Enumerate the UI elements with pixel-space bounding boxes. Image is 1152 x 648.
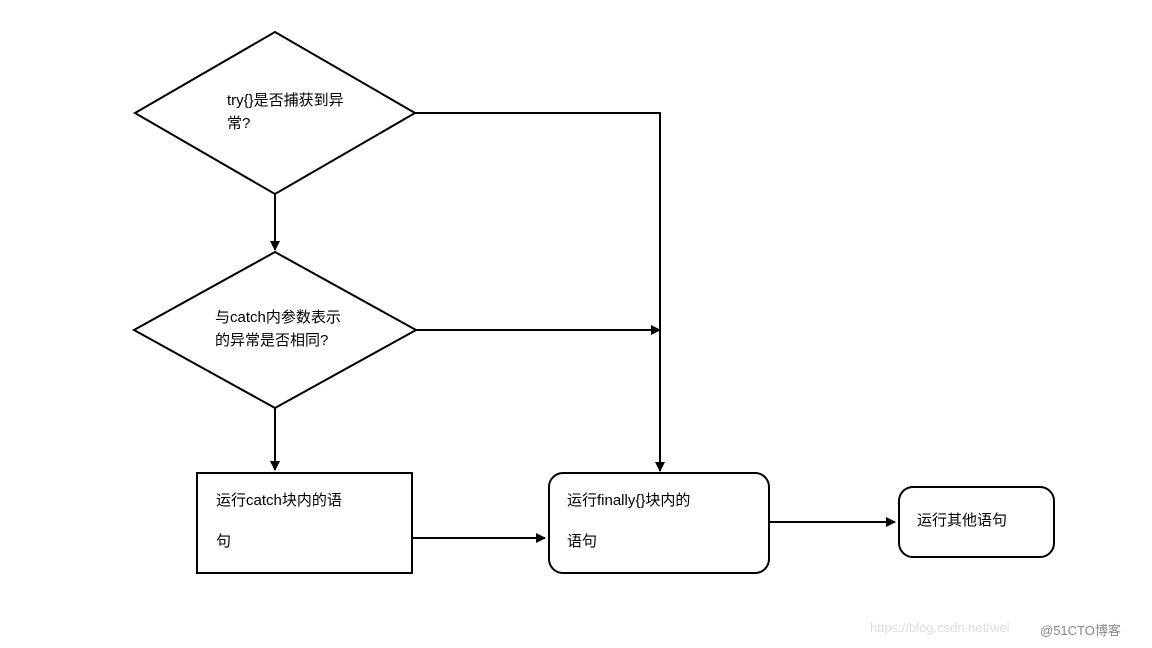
watermark-right: @51CTO博客 bbox=[1040, 620, 1121, 639]
process-catch-label: 运行catch块内的语 句 bbox=[216, 490, 396, 553]
process-catch-line2: 句 bbox=[216, 531, 396, 554]
process-other-label: 运行其他语句 bbox=[917, 510, 1007, 533]
watermark-left: https://blog.csdn.net/wei bbox=[870, 620, 1009, 635]
decision-catch-line1: 与catch内参数表示 bbox=[215, 307, 375, 330]
decision-try-label: try{}是否捕获到异 常? bbox=[227, 90, 367, 135]
process-finally-label: 运行finally{}块内的 语句 bbox=[567, 490, 757, 553]
decision-try-line1: try{}是否捕获到异 bbox=[227, 90, 367, 113]
decision-catch-label: 与catch内参数表示 的异常是否相同? bbox=[215, 307, 375, 352]
arrow-d1-to-finally bbox=[415, 113, 660, 278]
process-finally-line1: 运行finally{}块内的 bbox=[567, 490, 757, 513]
process-catch-line1: 运行catch块内的语 bbox=[216, 490, 396, 513]
process-finally-line2: 语句 bbox=[567, 531, 757, 554]
decision-try-line2: 常? bbox=[227, 113, 367, 136]
decision-catch-line2: 的异常是否相同? bbox=[215, 330, 375, 353]
